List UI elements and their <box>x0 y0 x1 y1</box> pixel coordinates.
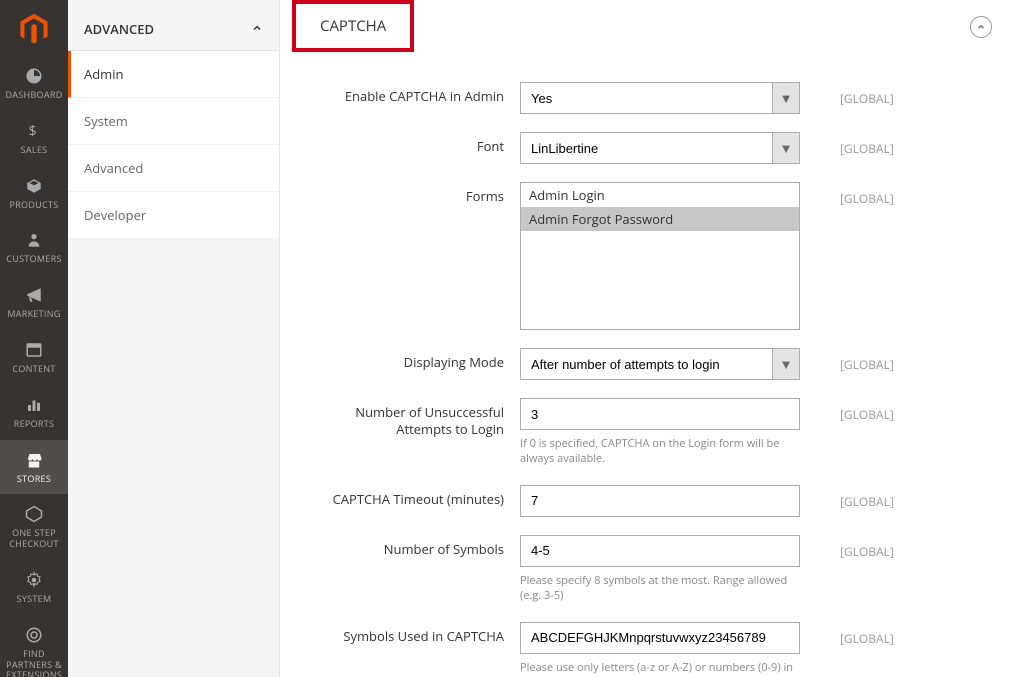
nav-reports[interactable]: REPORTS <box>0 385 68 440</box>
listbox-option-admin-login[interactable]: Admin Login <box>521 183 799 207</box>
nav-label: FIND PARTNERS & EXTENSIONS <box>4 649 64 677</box>
nav-system[interactable]: SYSTEM <box>0 560 68 615</box>
enable-captcha-select[interactable]: Yes <box>520 82 800 114</box>
stores-icon <box>24 450 44 470</box>
main-nav-sidebar: DASHBOARD $ SALES PRODUCTS CUSTOMERS MAR… <box>0 0 68 677</box>
sidebar-item-system[interactable]: System <box>68 98 279 145</box>
sales-icon: $ <box>24 121 44 141</box>
nav-label: CUSTOMERS <box>6 254 61 265</box>
nav-label: PRODUCTS <box>9 200 58 211</box>
field-label: Font <box>300 132 520 155</box>
nav-label: MARKETING <box>7 309 60 320</box>
reports-icon <box>24 395 44 415</box>
nav-label: STORES <box>17 474 51 485</box>
products-icon <box>24 176 44 196</box>
main-content: CAPTCHA Enable CAPTCHA in Admin Yes ▼ [G… <box>280 0 1016 677</box>
marketing-icon <box>24 285 44 305</box>
field-label: Number of Unsuccessful Attempts to Login <box>300 398 520 438</box>
field-attempts: Number of Unsuccessful Attempts to Login… <box>300 398 996 467</box>
listbox-option-admin-forgot[interactable]: Admin Forgot Password <box>521 207 799 231</box>
nav-marketing[interactable]: MARKETING <box>0 275 68 330</box>
scope-label: [GLOBAL] <box>840 182 894 207</box>
field-label: Displaying Mode <box>300 348 520 371</box>
nav-stores[interactable]: STORES <box>0 440 68 495</box>
collapse-toggle[interactable] <box>970 16 992 38</box>
symbol-count-input[interactable] <box>520 535 800 567</box>
content-icon <box>24 340 44 360</box>
field-symbol-count: Number of Symbols Please specify 8 symbo… <box>300 535 996 604</box>
checkout-icon <box>24 504 44 524</box>
field-label: Symbols Used in CAPTCHA <box>300 622 520 645</box>
nav-customers[interactable]: CUSTOMERS <box>0 220 68 275</box>
font-select[interactable]: LinLibertine <box>520 132 800 164</box>
field-symbols-used: Symbols Used in CAPTCHA Please use only … <box>300 622 996 677</box>
scope-label: [GLOBAL] <box>840 485 894 510</box>
sidebar-item-developer[interactable]: Developer <box>68 192 279 239</box>
section-subitems: Admin System Advanced Developer <box>68 51 279 239</box>
forms-listbox[interactable]: Admin Login Admin Forgot Password <box>520 182 800 330</box>
field-label: Enable CAPTCHA in Admin <box>300 82 520 105</box>
nav-label: SYSTEM <box>17 594 52 605</box>
scope-label: [GLOBAL] <box>840 398 894 423</box>
sidebar-item-admin[interactable]: Admin <box>68 51 279 98</box>
field-font: Font LinLibertine ▼ [GLOBAL] <box>300 132 996 164</box>
field-enable-captcha: Enable CAPTCHA in Admin Yes ▼ [GLOBAL] <box>300 82 996 114</box>
field-label: CAPTCHA Timeout (minutes) <box>300 485 520 508</box>
section-title: ADVANCED <box>84 20 154 38</box>
nav-label: DASHBOARD <box>5 90 62 101</box>
nav-onestep-checkout[interactable]: ONE STEP CHECKOUT <box>0 494 68 560</box>
scope-label: [GLOBAL] <box>840 132 894 157</box>
partners-icon <box>24 625 44 645</box>
scope-label: [GLOBAL] <box>840 535 894 560</box>
nav-content[interactable]: CONTENT <box>0 330 68 385</box>
section-captcha-header[interactable]: CAPTCHA <box>292 0 414 52</box>
svg-text:$: $ <box>29 122 37 140</box>
field-forms: Forms Admin Login Admin Forgot Password … <box>300 182 996 330</box>
mode-select[interactable]: After number of attempts to login <box>520 348 800 380</box>
section-advanced-header[interactable]: ADVANCED <box>68 8 279 51</box>
field-note: If 0 is specified, CAPTCHA on the Login … <box>520 436 800 467</box>
dashboard-icon <box>24 66 44 86</box>
config-sidebar: ADVANCED Admin System Advanced Developer <box>68 0 280 677</box>
timeout-input[interactable] <box>520 485 800 517</box>
nav-label: ONE STEP CHECKOUT <box>4 528 64 550</box>
scope-label: [GLOBAL] <box>840 622 894 647</box>
nav-products[interactable]: PRODUCTS <box>0 166 68 221</box>
field-displaying-mode: Displaying Mode After number of attempts… <box>300 348 996 380</box>
nav-label: SALES <box>21 145 48 156</box>
symbols-used-input[interactable] <box>520 622 800 654</box>
field-note: Please specify 8 symbols at the most. Ra… <box>520 573 800 604</box>
scope-label: [GLOBAL] <box>840 348 894 373</box>
system-icon <box>24 570 44 590</box>
field-note: Please use only letters (a-z or A-Z) or … <box>520 660 800 677</box>
nav-sales[interactable]: $ SALES <box>0 111 68 166</box>
nav-label: CONTENT <box>12 364 55 375</box>
customers-icon <box>24 230 44 250</box>
scope-label: [GLOBAL] <box>840 82 894 107</box>
magento-logo[interactable] <box>16 12 52 46</box>
nav-dashboard[interactable]: DASHBOARD <box>0 56 68 111</box>
field-label: Forms <box>300 182 520 205</box>
nav-partners[interactable]: FIND PARTNERS & EXTENSIONS <box>0 615 68 677</box>
nav-label: REPORTS <box>14 419 55 430</box>
chevron-up-icon <box>251 20 263 38</box>
field-timeout: CAPTCHA Timeout (minutes) [GLOBAL] <box>300 485 996 517</box>
attempts-input[interactable] <box>520 398 800 430</box>
field-label: Number of Symbols <box>300 535 520 558</box>
sidebar-item-advanced[interactable]: Advanced <box>68 145 279 192</box>
